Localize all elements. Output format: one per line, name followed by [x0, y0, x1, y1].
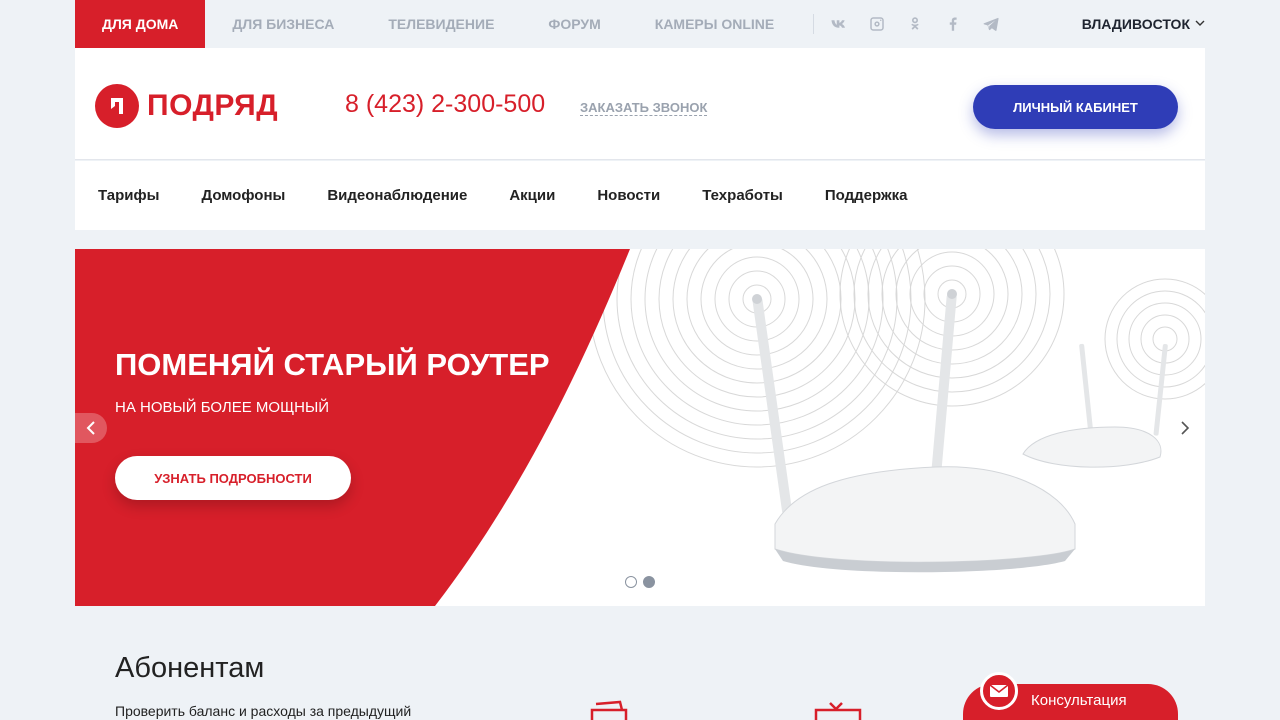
vk-icon[interactable]: [828, 13, 850, 35]
slider-dot-1[interactable]: [625, 576, 637, 588]
nav-item-video-surveillance[interactable]: Видеонаблюдение: [327, 187, 467, 204]
section-title: Абонентам: [115, 652, 265, 684]
nav-item-news[interactable]: Новости: [597, 187, 660, 204]
main-nav: Тарифы Домофоны Видеонаблюдение Акции Но…: [75, 161, 1205, 230]
tab-home[interactable]: Для дома: [75, 0, 206, 48]
logo-mark-icon: [95, 84, 139, 128]
nav-item-tariffs[interactable]: Тарифы: [98, 187, 159, 204]
banner-subtitle: НА НОВЫЙ БОЛЕЕ МОЩНЫЙ: [115, 399, 330, 416]
consultation-label[interactable]: Консультация: [1031, 692, 1127, 709]
slider-dots: [625, 576, 655, 588]
nav-item-maintenance[interactable]: Техработы: [702, 187, 783, 204]
mail-icon[interactable]: [980, 672, 1018, 710]
tab-cameras-online[interactable]: Камеры online: [628, 0, 801, 48]
chevron-right-icon[interactable]: [1173, 414, 1197, 442]
slider-dot-2[interactable]: [643, 576, 655, 588]
nav-item-support[interactable]: Поддержка: [825, 187, 908, 204]
banner-artwork: [75, 249, 1205, 606]
chevron-down-icon: [1195, 18, 1205, 31]
odnoklassniki-icon[interactable]: [904, 13, 926, 35]
section-text: Проверить баланс и расходы за предыдущий: [115, 703, 412, 719]
city-selector[interactable]: ВЛАДИВОСТОК: [1082, 0, 1205, 48]
telegram-icon[interactable]: [980, 13, 1002, 35]
logo[interactable]: ПОДРЯД: [95, 84, 278, 128]
hero-banner: ПОМЕНЯЙ СТАРЫЙ РОУТЕР НА НОВЫЙ БОЛЕЕ МОЩ…: [75, 249, 1205, 606]
wallet-icon: [590, 700, 630, 720]
nav-item-promotions[interactable]: Акции: [509, 187, 555, 204]
divider: [813, 14, 815, 34]
personal-cabinet-button[interactable]: ЛИЧНЫЙ КАБИНЕТ: [973, 85, 1178, 129]
instagram-icon[interactable]: [866, 13, 888, 35]
tab-business[interactable]: Для бизнеса: [205, 0, 361, 48]
top-bar: Для дома Для бизнеса Телевидение Форум К…: [75, 0, 1205, 48]
learn-more-button[interactable]: УЗНАТЬ ПОДРОБНОСТИ: [115, 456, 351, 500]
callback-link[interactable]: ЗАКАЗАТЬ ЗВОНОК: [580, 100, 708, 116]
site-header: ПОДРЯД 8 (423) 2-300-500 ЗАКАЗАТЬ ЗВОНОК…: [75, 48, 1205, 160]
banner-title: ПОМЕНЯЙ СТАРЫЙ РОУТЕР: [115, 347, 550, 382]
chevron-left-icon[interactable]: [75, 413, 107, 443]
tv-icon: [812, 700, 864, 720]
facebook-icon[interactable]: [942, 13, 964, 35]
nav-item-intercoms[interactable]: Домофоны: [201, 187, 285, 204]
city-label: ВЛАДИВОСТОК: [1081, 16, 1190, 32]
social-links: [828, 13, 1002, 35]
tab-tv[interactable]: Телевидение: [361, 0, 521, 48]
phone-number[interactable]: 8 (423) 2-300-500: [345, 90, 545, 119]
tab-forum[interactable]: Форум: [521, 0, 627, 48]
logo-text: ПОДРЯД: [147, 89, 279, 122]
